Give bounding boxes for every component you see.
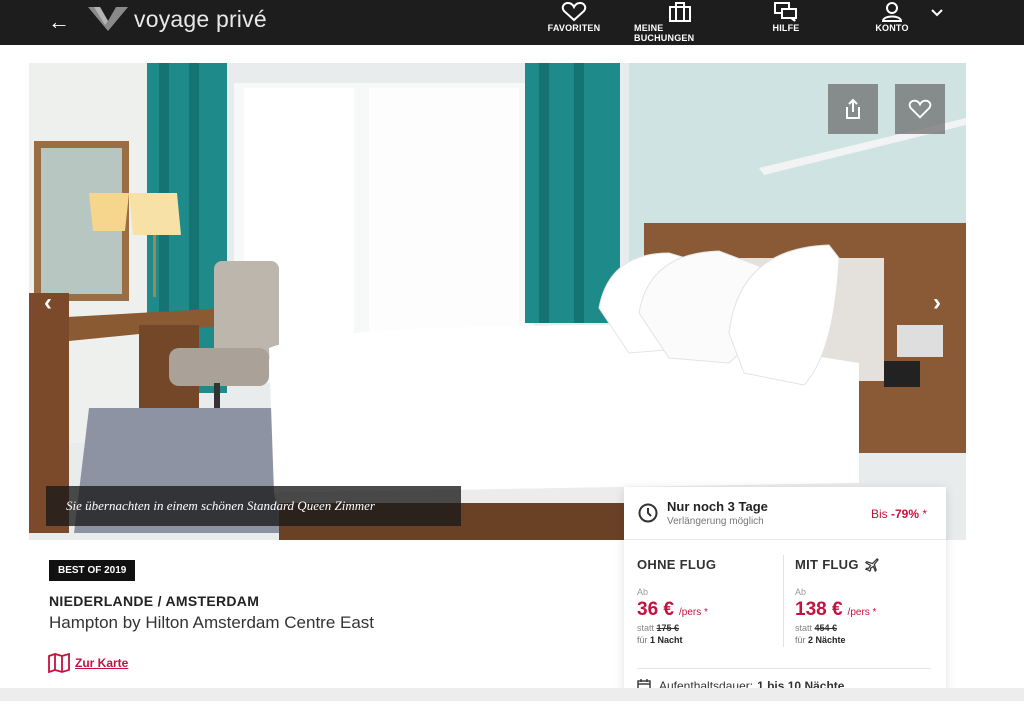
user-icon <box>881 2 903 22</box>
destination-title: NIEDERLANDE / AMSTERDAM <box>49 593 260 609</box>
old-price: 454 € <box>814 623 838 633</box>
hotel-room-photo[interactable]: ‹ › Sie übernachten in einem schönen Sta… <box>29 63 966 540</box>
page-bottom-strip <box>0 688 1024 701</box>
share-icon <box>846 98 860 119</box>
chevron-down-icon[interactable] <box>930 6 944 20</box>
top-navigation-bar: ← voyage privé FAVORITEN MEINE BUCHUNGEN… <box>0 0 1024 45</box>
nav-label: HILFE <box>772 23 800 33</box>
price-box: Nur noch 3 Tage Verlängerung möglich Bis… <box>624 487 946 701</box>
image-caption: Sie übernachten in einem schönen Standar… <box>46 486 461 526</box>
map-link[interactable]: Zur Karte <box>48 653 128 673</box>
nights-value: 1 Nacht <box>650 635 683 645</box>
nav-label: MEINE BUCHUNGEN <box>634 23 695 43</box>
price-row: 138 € /pers * <box>795 599 935 621</box>
nav-meine-buchungen[interactable]: MEINE BUCHUNGEN <box>634 0 726 45</box>
discount-suffix: * <box>922 507 927 521</box>
old-price: 175 € <box>656 623 680 633</box>
back-arrow-icon[interactable]: ← <box>48 10 72 34</box>
price-value: 36 € <box>637 599 674 620</box>
price-unit: /pers * <box>678 607 708 618</box>
discount-value: -79% <box>890 507 919 521</box>
mit-flug-heading: MIT FLUG <box>795 557 859 572</box>
price-from-label: Ab <box>795 587 807 597</box>
price-unit: /pers * <box>847 607 877 618</box>
discount-label: Bis -79% * <box>871 507 927 521</box>
ohne-flug-heading: OHNE FLUG <box>637 557 717 572</box>
old-price-row: statt 454 € <box>795 623 935 633</box>
heart-icon <box>561 2 587 22</box>
countdown-subtitle: Verlängerung möglich <box>667 516 764 527</box>
countdown-section: Nur noch 3 Tage Verlängerung möglich Bis… <box>624 487 946 540</box>
price-from-label: Ab <box>637 587 649 597</box>
price-value: 138 € <box>795 599 843 620</box>
chat-icon <box>774 2 797 22</box>
share-button[interactable] <box>828 84 878 134</box>
discount-prefix: Bis <box>870 507 888 521</box>
mit-flug-column[interactable]: MIT FLUG Ab 138 € /pers * statt 454 € fü… <box>795 557 935 645</box>
hotel-name: Hampton by Hilton Amsterdam Centre East <box>49 613 375 632</box>
nav-label: KONTO <box>875 23 909 33</box>
airplane-icon <box>864 558 879 572</box>
countdown-title: Nur noch 3 Tage <box>667 499 768 514</box>
best-of-badge: BEST OF 2019 <box>49 560 136 581</box>
mit-flug-heading-row: MIT FLUG <box>795 557 935 572</box>
previous-image-arrow[interactable]: ‹ <box>44 289 52 317</box>
fuer-label: für <box>637 635 648 645</box>
heart-icon <box>908 99 932 119</box>
nights-value: 2 Nächte <box>808 635 846 645</box>
statt-label: statt <box>637 623 655 633</box>
nav-hilfe[interactable]: HILFE <box>766 0 806 45</box>
nav-favoriten[interactable]: FAVORITEN <box>546 0 602 45</box>
nav-label: FAVORITEN <box>547 23 601 33</box>
favorite-button[interactable] <box>895 84 945 134</box>
old-price-row: statt 175 € <box>637 623 777 633</box>
map-link-label[interactable]: Zur Karte <box>75 656 128 670</box>
hotel-room-illustration <box>29 63 966 540</box>
suitcase-icon <box>669 2 691 22</box>
nights-row: für 1 Nacht <box>637 635 777 645</box>
statt-label: statt <box>795 623 813 633</box>
map-icon <box>48 653 70 673</box>
price-row: 36 € /pers * <box>637 599 777 621</box>
fuer-label: für <box>795 635 806 645</box>
voyage-prive-logo[interactable]: voyage privé <box>88 5 267 33</box>
nav-konto[interactable]: KONTO <box>870 0 914 45</box>
column-divider <box>783 555 784 647</box>
nights-row: für 2 Nächte <box>795 635 935 645</box>
clock-icon <box>638 503 658 523</box>
next-image-arrow[interactable]: › <box>933 289 941 317</box>
logo-mark-icon <box>88 7 128 31</box>
ohne-flug-column[interactable]: OHNE FLUG Ab 36 € /pers * statt 175 € fü… <box>637 557 777 645</box>
logo-text: voyage privé <box>134 5 267 32</box>
